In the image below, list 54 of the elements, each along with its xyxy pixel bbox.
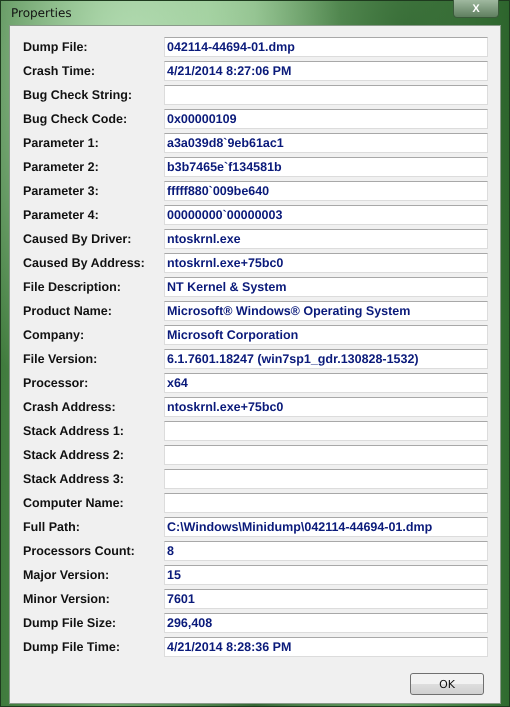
field-label: Dump File Time: bbox=[23, 639, 122, 656]
value-field[interactable]: 4/21/2014 8:28:36 PM bbox=[164, 637, 488, 657]
value-field[interactable] bbox=[164, 85, 488, 105]
value-field[interactable]: 7601 bbox=[164, 589, 488, 609]
value-field[interactable]: 6.1.7601.18247 (win7sp1_gdr.130828-1532) bbox=[164, 349, 488, 369]
value-field[interactable] bbox=[164, 493, 488, 513]
field-label: Stack Address 3: bbox=[23, 471, 125, 488]
value-field[interactable] bbox=[164, 469, 488, 489]
field-label: Major Version: bbox=[23, 567, 110, 584]
value-field[interactable]: fffff880`009be640 bbox=[164, 181, 488, 201]
field-label: Parameter 2: bbox=[23, 159, 100, 176]
field-label: Bug Check Code: bbox=[23, 111, 128, 128]
value-field[interactable]: x64 bbox=[164, 373, 488, 393]
field-label: Company: bbox=[23, 327, 86, 344]
field-label: Dump File: bbox=[23, 39, 89, 56]
field-label: Parameter 3: bbox=[23, 183, 100, 200]
window-title: Properties bbox=[11, 6, 72, 20]
field-label: Parameter 1: bbox=[23, 135, 100, 152]
ok-button[interactable]: OK bbox=[410, 673, 484, 695]
value-field[interactable]: a3a039d8`9eb61ac1 bbox=[164, 133, 488, 153]
value-field[interactable]: 042114-44694-01.dmp bbox=[164, 37, 488, 57]
field-label: File Version: bbox=[23, 351, 98, 368]
value-field[interactable]: 4/21/2014 8:27:06 PM bbox=[164, 61, 488, 81]
field-label: Processors Count: bbox=[23, 543, 136, 560]
field-label: Full Path: bbox=[23, 519, 81, 536]
field-label: Processor: bbox=[23, 375, 90, 392]
value-field[interactable]: ntoskrnl.exe bbox=[164, 229, 488, 249]
value-field[interactable]: 0x00000109 bbox=[164, 109, 488, 129]
value-field[interactable]: ntoskrnl.exe+75bc0 bbox=[164, 253, 488, 273]
field-label: Dump File Size: bbox=[23, 615, 118, 632]
field-label: Product Name: bbox=[23, 303, 113, 320]
value-field[interactable]: 296,408 bbox=[164, 613, 488, 633]
value-field[interactable] bbox=[164, 421, 488, 441]
value-field[interactable]: 15 bbox=[164, 565, 488, 585]
field-label: Bug Check String: bbox=[23, 87, 134, 104]
field-label: Stack Address 2: bbox=[23, 447, 125, 464]
value-field[interactable]: Microsoft® Windows® Operating System bbox=[164, 301, 488, 321]
field-label: Crash Address: bbox=[23, 399, 117, 416]
value-field[interactable]: NT Kernel & System bbox=[164, 277, 488, 297]
value-field[interactable]: Microsoft Corporation bbox=[164, 325, 488, 345]
value-field[interactable]: C:\Windows\Minidump\042114-44694-01.dmp bbox=[164, 517, 488, 537]
value-field[interactable]: 8 bbox=[164, 541, 488, 561]
field-label: File Description: bbox=[23, 279, 122, 296]
field-label: Crash Time: bbox=[23, 63, 96, 80]
field-label: Caused By Address: bbox=[23, 255, 146, 272]
field-label: Minor Version: bbox=[23, 591, 111, 608]
value-field[interactable]: b3b7465e`f134581b bbox=[164, 157, 488, 177]
field-label: Stack Address 1: bbox=[23, 423, 125, 440]
value-field[interactable] bbox=[164, 445, 488, 465]
value-field[interactable]: ntoskrnl.exe+75bc0 bbox=[164, 397, 488, 417]
field-label: Computer Name: bbox=[23, 495, 125, 512]
field-label: Parameter 4: bbox=[23, 207, 100, 224]
value-field[interactable]: 00000000`00000003 bbox=[164, 205, 488, 225]
field-label: Caused By Driver: bbox=[23, 231, 132, 248]
